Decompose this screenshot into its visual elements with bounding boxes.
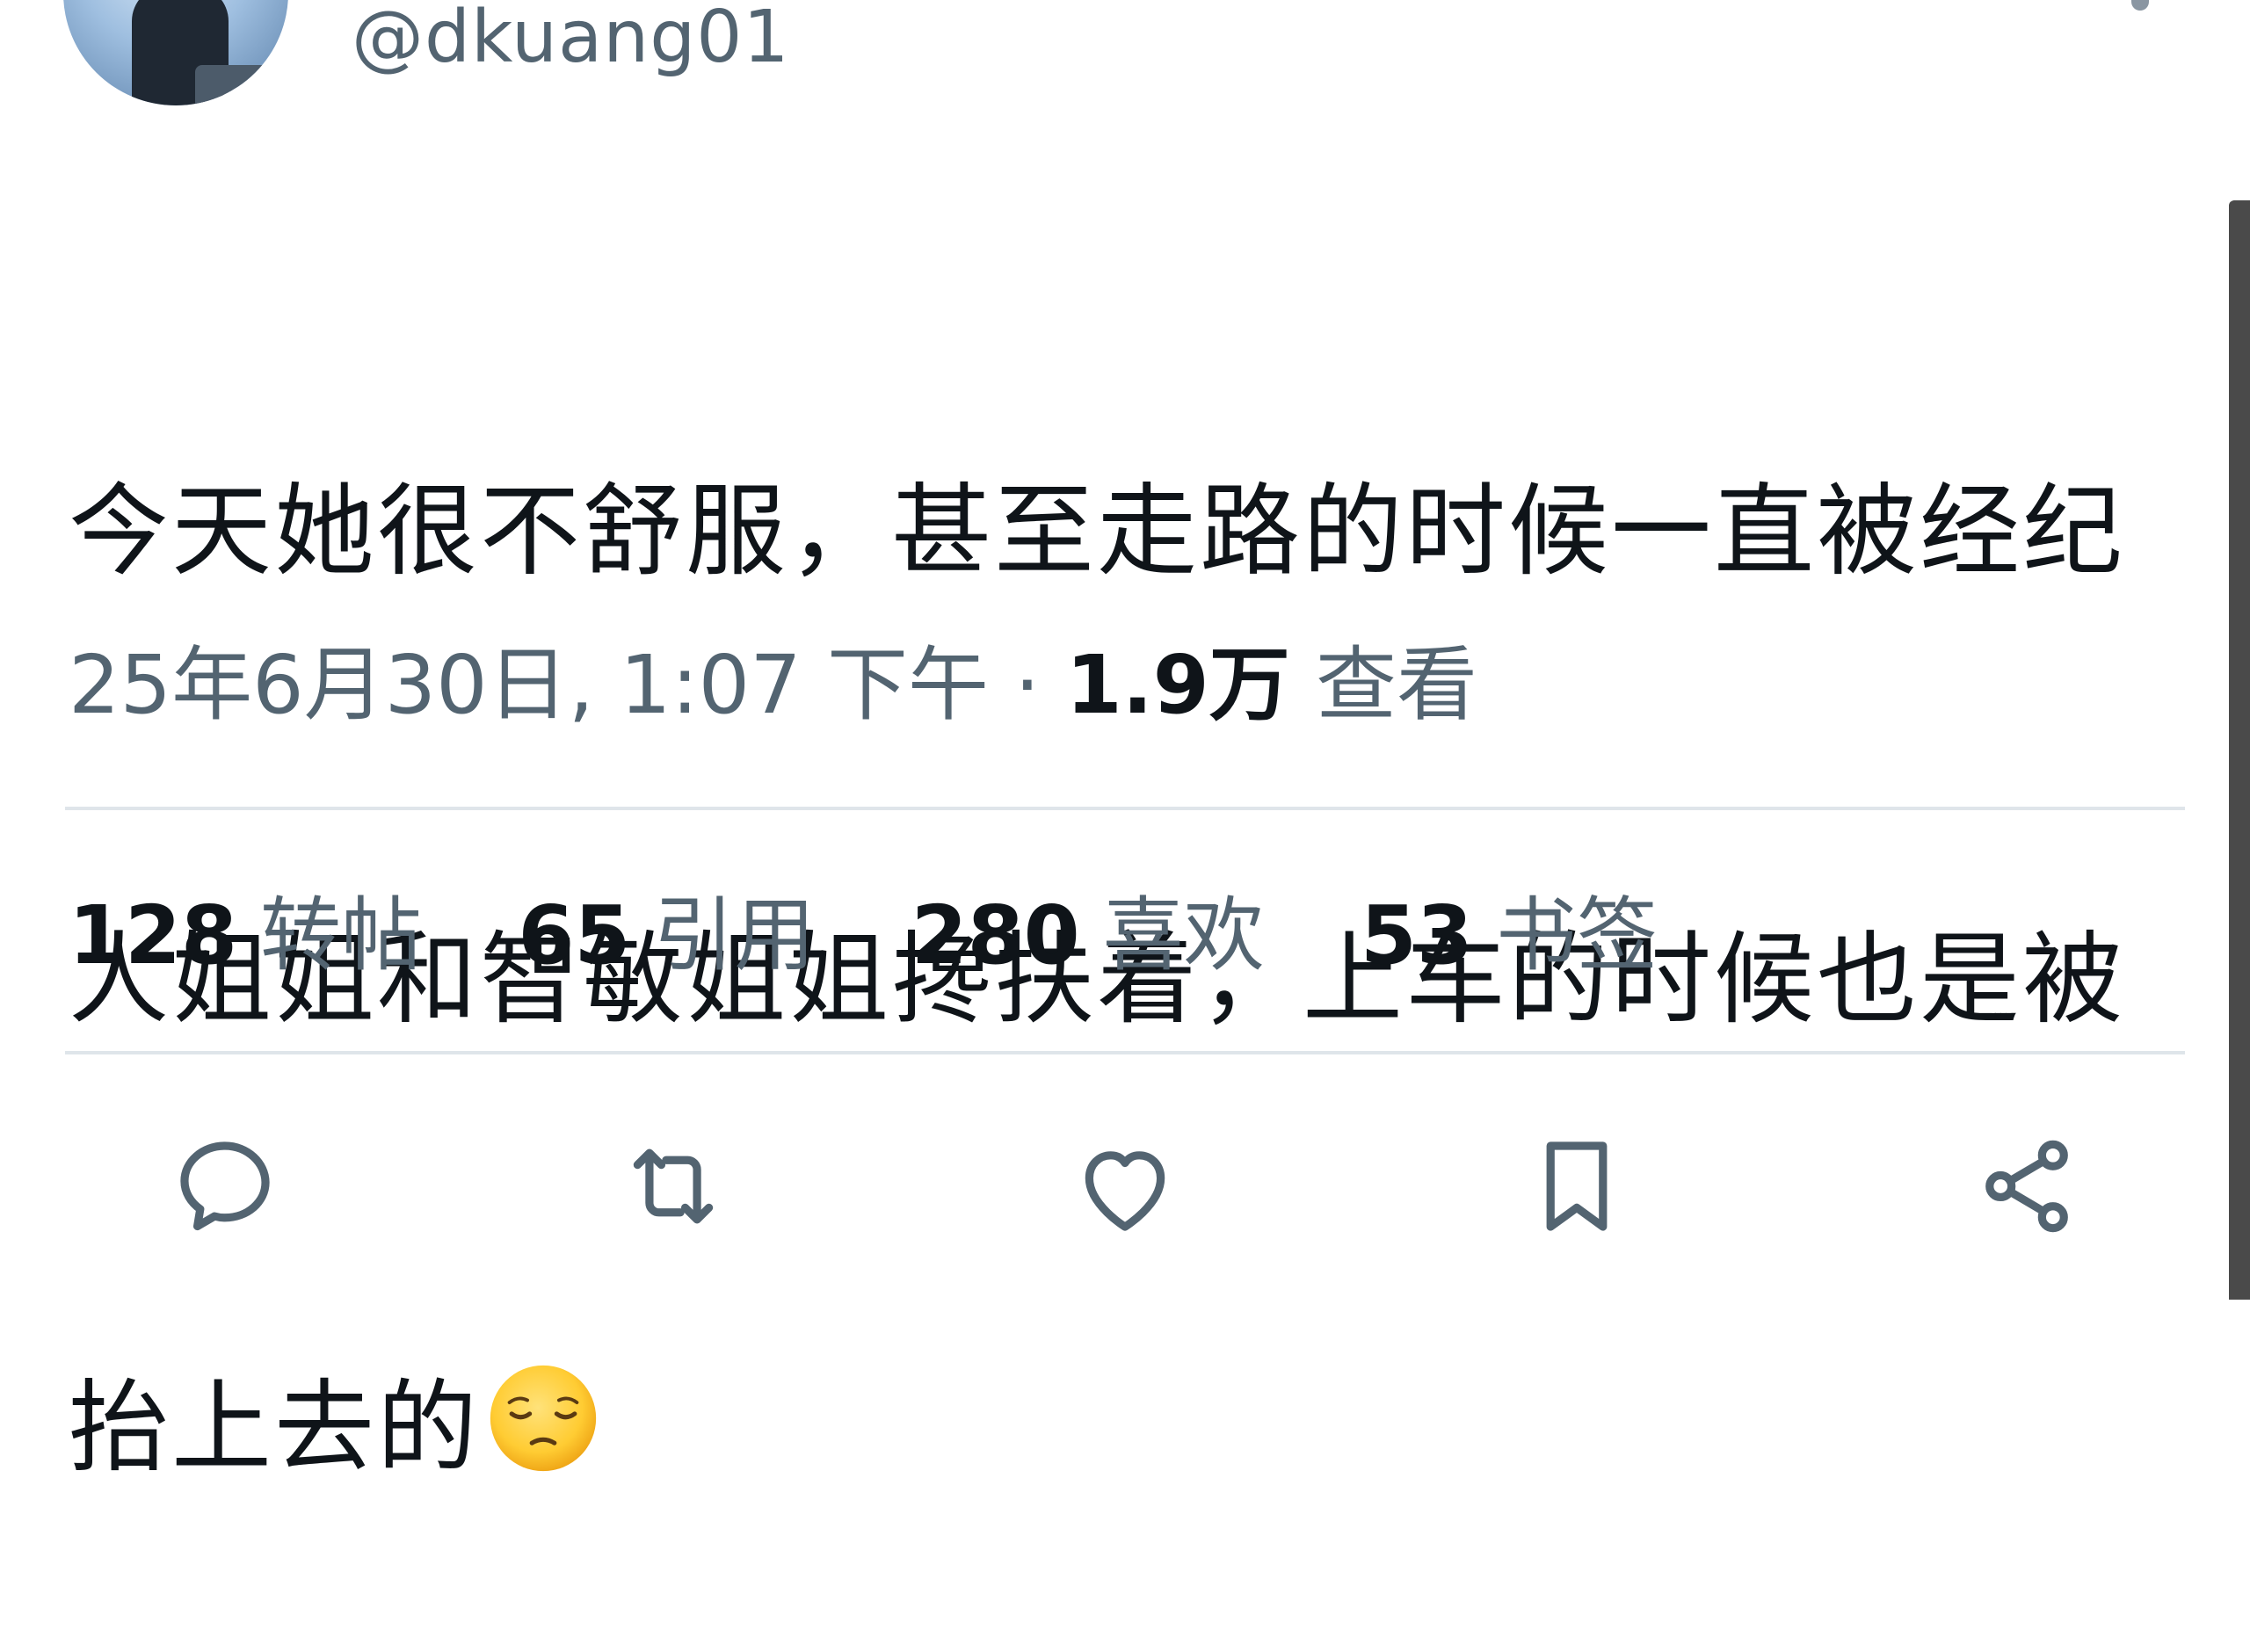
share-button[interactable] — [1965, 1125, 2088, 1248]
share-icon — [1985, 1140, 2068, 1233]
tweet-text-fragment: 抬上去的 — [69, 1369, 481, 1486]
engagement-stats: 128 转帖 65 引用 280 喜欢 53 书签 — [69, 879, 1728, 993]
avatar[interactable] — [63, 0, 288, 105]
stat-count: 53 — [1360, 888, 1473, 982]
stat-likes[interactable]: 280 喜欢 — [911, 879, 1265, 993]
stat-quotes[interactable]: 65 引用 — [518, 879, 815, 993]
stat-count: 65 — [518, 888, 631, 982]
like-button[interactable] — [1063, 1125, 1187, 1248]
views-label: 查看 — [1315, 638, 1477, 732]
stat-bookmarks[interactable]: 53 书签 — [1361, 879, 1658, 993]
bookmark-icon — [1546, 1141, 1608, 1231]
bookmark-button[interactable] — [1515, 1125, 1638, 1248]
tweet-text-line: 抬上去的 — [69, 1353, 2178, 1503]
reply-button[interactable] — [163, 1125, 287, 1248]
stat-label: 引用 — [653, 888, 816, 982]
stat-label: 书签 — [1495, 888, 1658, 982]
reply-icon — [180, 1141, 270, 1231]
tweet-text-line: 今天她很不舒服，甚至走路的时候一直被经纪 — [69, 473, 2126, 590]
stat-count: 280 — [911, 888, 1080, 982]
action-bar — [0, 1125, 2250, 1257]
timestamp[interactable]: 25年6月30日, 1:07 下午 — [69, 638, 989, 732]
retweet-icon — [633, 1148, 714, 1224]
tweet-meta: 25年6月30日, 1:07 下午 · 1.9万 查看 — [69, 633, 1477, 738]
stat-label: 喜欢 — [1102, 888, 1265, 982]
pensive-face-emoji — [487, 1362, 599, 1474]
retweet-button[interactable] — [612, 1125, 735, 1248]
views-count: 1.9万 — [1065, 638, 1290, 732]
more-options-icon[interactable] — [2131, 0, 2149, 11]
scrollbar[interactable] — [2229, 200, 2250, 1300]
author-handle[interactable]: @dkuang01 — [352, 2, 790, 74]
meta-separator: · — [1014, 638, 1041, 732]
stat-reposts[interactable]: 128 转帖 — [69, 879, 422, 993]
avatar-object — [195, 65, 274, 105]
stat-label: 转帖 — [260, 888, 423, 982]
divider — [65, 807, 2185, 810]
divider — [65, 1051, 2185, 1054]
like-icon — [1085, 1151, 1165, 1231]
stat-count: 128 — [69, 888, 238, 982]
